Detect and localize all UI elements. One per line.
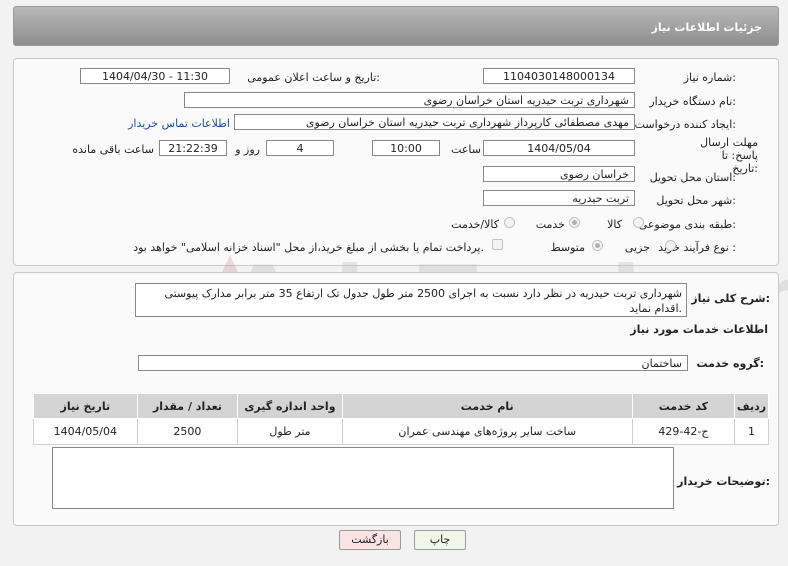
- cell-quantity: 2500: [136, 418, 239, 445]
- need-number-label: شماره نیاز:: [683, 71, 736, 84]
- city-field[interactable]: تربت حیدریه: [483, 190, 635, 206]
- buyer-org-field[interactable]: شهرداری تربت حیدریه استان خراسان رضوی: [184, 92, 635, 108]
- remaining-time-label: ساعت باقی مانده: [72, 143, 154, 156]
- print-button[interactable]: چاپ: [414, 530, 466, 550]
- description-text: شهرداری تربت حیدریه در نظر دارد نسبت به …: [164, 287, 682, 315]
- back-button[interactable]: بازگشت: [339, 530, 401, 550]
- col-row: ردیف: [734, 393, 769, 419]
- col-service-code: کد خدمت: [631, 393, 736, 419]
- category-goods-radio[interactable]: [633, 217, 644, 228]
- services-table-header: تاریخ نیاز تعداد / مقدار واحد اندازه گیر…: [33, 393, 769, 419]
- deadline-time-field[interactable]: 10:00: [372, 140, 440, 156]
- service-group-label: گروه خدمت:: [696, 357, 764, 370]
- buyer-notes-textarea[interactable]: [52, 447, 674, 509]
- cell-service-name: ساخت سایر پروژه‌های مهندسی عمران: [341, 418, 633, 445]
- deadline-time-label: ساعت: [451, 143, 481, 156]
- col-quantity: تعداد / مقدار: [136, 393, 239, 419]
- province-label: استان محل تحویل:: [649, 171, 736, 184]
- services-section-title: اطلاعات خدمات مورد نیاز: [630, 323, 768, 336]
- cell-service-code: ج-42-429: [631, 418, 736, 445]
- announce-datetime-field[interactable]: 1404/04/30 - 11:30: [80, 68, 230, 84]
- deadline-date-field[interactable]: 1404/05/04: [483, 140, 635, 156]
- category-goods-service-radio[interactable]: [504, 217, 515, 228]
- category-goods-label: کالا: [607, 218, 622, 231]
- requester-field[interactable]: مهدی مصطفائی کارپرداز شهرداری تربت حیدری…: [234, 114, 635, 130]
- page-header: جزئیات اطلاعات نیاز: [13, 6, 779, 46]
- deadline-label: مهلت ارسال پاسخ: تا تاریخ:: [700, 136, 758, 175]
- announce-datetime-label: تاریخ و ساعت اعلان عمومی:: [247, 71, 380, 84]
- description-textarea[interactable]: شهرداری تربت حیدریه در نظر دارد نسبت به …: [135, 283, 687, 317]
- need-number-field[interactable]: 1104030148000134: [483, 68, 635, 84]
- page-title: جزئیات اطلاعات نیاز: [651, 21, 763, 34]
- service-group-field[interactable]: ساختمان: [138, 355, 688, 371]
- days-label: روز و: [235, 143, 260, 156]
- cell-unit: متر طول: [237, 418, 343, 445]
- category-goods-service-label: کالا/خدمت: [451, 218, 499, 231]
- col-need-date: تاریخ نیاز: [33, 393, 138, 419]
- col-service-name: نام خدمت: [341, 393, 633, 419]
- need-info-panel: [13, 58, 779, 266]
- col-unit: واحد اندازه گیری: [237, 393, 343, 419]
- cell-row-number: 1: [734, 418, 769, 445]
- buyer-org-label: نام دستگاه خریدار:: [649, 95, 736, 108]
- buyer-notes-label: توضیحات خریدار:: [677, 475, 770, 488]
- services-table: تاریخ نیاز تعداد / مقدار واحد اندازه گیر…: [33, 393, 769, 445]
- requester-label: ایجاد کننده درخواست:: [634, 118, 736, 131]
- days-remaining-field[interactable]: 4: [266, 140, 334, 156]
- remaining-time-field[interactable]: 21:22:39: [159, 140, 227, 156]
- category-service-label: خدمت: [535, 218, 565, 231]
- contact-info-link[interactable]: اطلاعات تماس خریدار: [128, 117, 230, 130]
- cell-need-date: 1404/05/04: [33, 418, 138, 445]
- category-label: طبقه بندی موضوعی:: [638, 218, 736, 231]
- province-field[interactable]: خراسان رضوی: [483, 166, 635, 182]
- table-row[interactable]: 1404/05/04 2500 متر طول ساخت سایر پروژه‌…: [33, 418, 769, 445]
- category-service-radio[interactable]: [569, 217, 580, 228]
- city-label: شهر محل تحویل:: [656, 194, 736, 207]
- description-label: شرح کلی نیاز:: [691, 292, 770, 305]
